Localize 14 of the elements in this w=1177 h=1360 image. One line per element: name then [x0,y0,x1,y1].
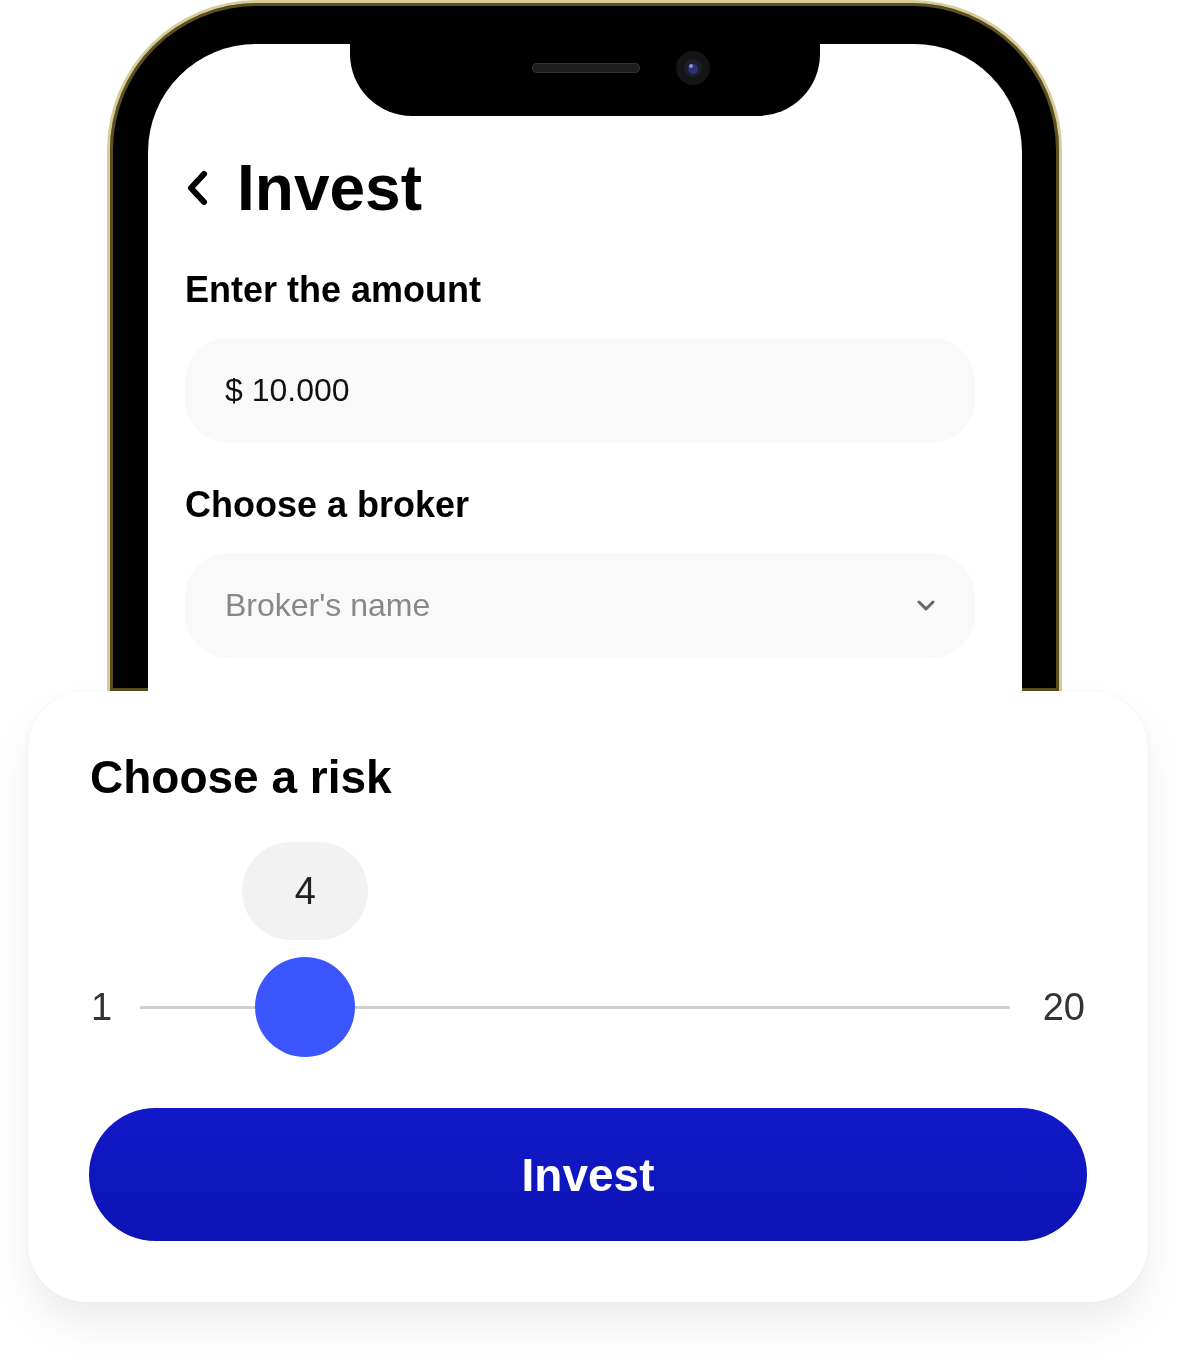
slider-max-label: 20 [1042,985,1085,1029]
chevron-left-icon [185,170,209,206]
slider-min-label: 1 [91,985,113,1029]
value-tooltip: 4 [242,842,369,940]
chevron-down-icon [917,599,935,612]
field-label: Choose a broker [185,483,471,527]
field-label: Enter the amount [185,268,482,312]
camera-icon [676,51,710,85]
section-title: Choose a risk [90,750,393,805]
page-title: Invest [237,151,422,226]
invest-button[interactable]: Invest [89,1108,1087,1241]
back-button[interactable] [185,170,209,206]
speaker-grille-icon [532,63,640,73]
input-field[interactable]: $ 10.000 [185,338,975,443]
